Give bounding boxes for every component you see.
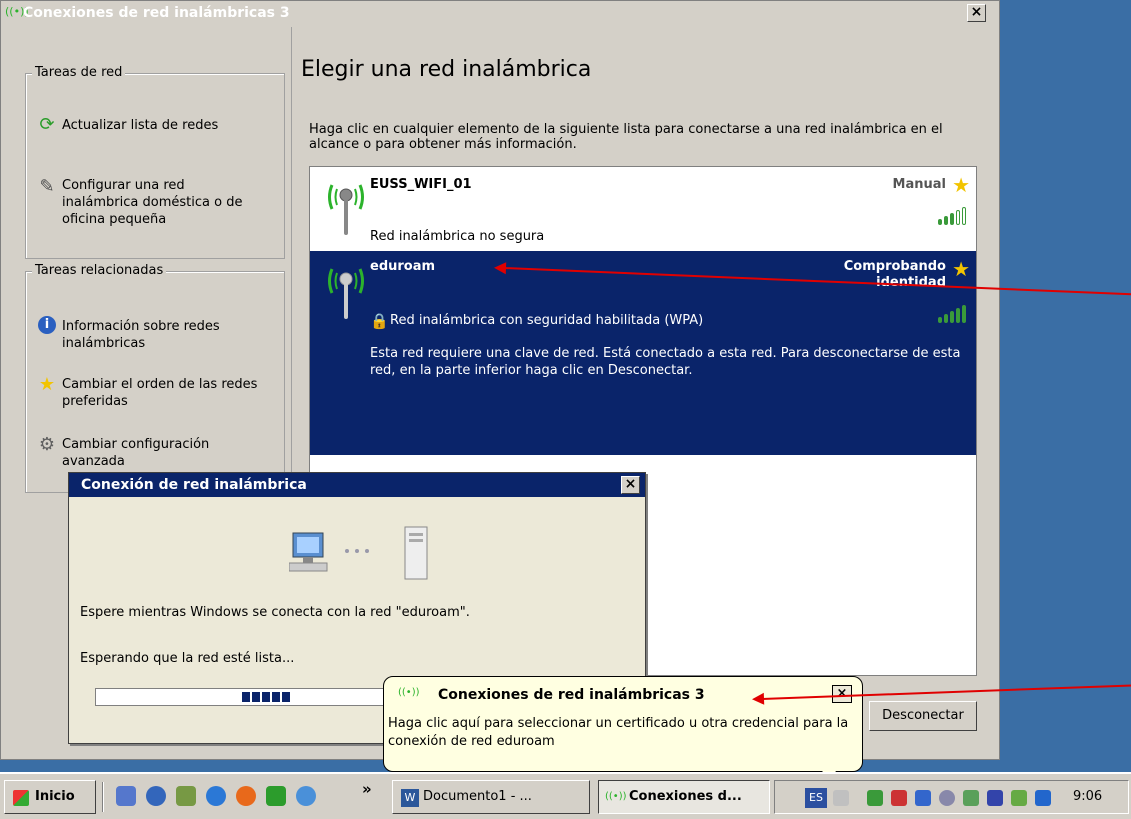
refresh-icon: ⟳: [39, 114, 55, 135]
tray-icon[interactable]: [891, 790, 907, 806]
info-icon: i: [38, 316, 56, 334]
tray-icon[interactable]: [939, 790, 955, 806]
lock-icon: 🔒: [370, 312, 389, 330]
taskbar-separator: [102, 782, 104, 812]
connecting-computers-icon: [289, 526, 428, 580]
taskbar-button-documento1[interactable]: W Documento1 - ...: [392, 780, 590, 814]
dialog-titlebar[interactable]: Conexión de red inalámbrica ×: [69, 473, 645, 497]
language-indicator[interactable]: ES: [805, 788, 827, 808]
network-description: Esta red requiere una clave de red. Está…: [370, 346, 961, 378]
network-item-eduroam[interactable]: eduroam Comprobando identidad ★ 🔒 Red in…: [310, 251, 976, 455]
page-description: Haga clic en cualquier elemento de la si…: [309, 122, 943, 152]
task-label: Configurar una red inalámbrica doméstica…: [62, 178, 243, 227]
notification-balloon[interactable]: ((•)) Conexiones de red inalámbricas 3 ×…: [383, 676, 863, 772]
network-security: Red inalámbrica no segura: [370, 229, 545, 244]
progress-blocks: [242, 692, 290, 702]
shield-icon[interactable]: [987, 790, 1003, 806]
ie-settings-icon[interactable]: [116, 786, 136, 806]
related-tasks-group: Tareas relacionadas i Información sobre …: [25, 263, 285, 493]
tray-icon[interactable]: [1035, 790, 1051, 806]
network-name: eduroam: [370, 259, 436, 274]
network-status: Manual: [892, 177, 946, 192]
taskbar-button-conexiones[interactable]: ((•)) Conexiones d...: [598, 780, 770, 814]
balloon-body: Haga clic aquí para seleccionar un certi…: [388, 716, 849, 749]
signal-strength-icon: [938, 305, 966, 323]
task-label: Cambiar configuración avanzada: [62, 437, 210, 469]
page-title: Elegir una red inalámbrica: [301, 57, 592, 82]
system-tray: ES 9:06: [774, 780, 1129, 814]
dialog-status: Esperando que la red esté lista...: [80, 651, 295, 666]
quick-launch-overflow[interactable]: »: [362, 780, 372, 798]
task-label: Información sobre redes inalámbricas: [62, 319, 220, 351]
tray-icon[interactable]: [867, 790, 883, 806]
star-icon: ★: [38, 374, 56, 395]
desktop-icon[interactable]: [176, 786, 196, 806]
star-icon: ★: [952, 173, 970, 197]
network-tasks-group: Tareas de red ⟳ Actualizar lista de rede…: [25, 65, 285, 259]
desktop-background: [1000, 0, 1131, 772]
tray-icon[interactable]: [1011, 790, 1027, 806]
app-icon[interactable]: [266, 786, 286, 806]
related-tasks-legend: Tareas relacionadas: [32, 263, 167, 278]
task-label: Cambiar el orden de las redes preferidas: [62, 377, 258, 409]
annotation-arrowhead: [493, 261, 507, 275]
word-icon: W: [401, 789, 419, 807]
dialog-close-button[interactable]: ×: [621, 476, 640, 494]
disconnect-button[interactable]: Desconectar: [869, 701, 977, 731]
star-icon: ★: [952, 257, 970, 281]
network-tasks-legend: Tareas de red: [32, 65, 126, 80]
outlook-icon[interactable]: [146, 786, 166, 806]
network-security: Red inalámbrica con seguridad habilitada…: [390, 313, 704, 328]
tools-icon: ⚙: [38, 434, 56, 455]
tray-icon[interactable]: [915, 790, 931, 806]
network-item-euss-wifi-01[interactable]: EUSS_WIFI_01 Manual ★ Red inalámbrica no…: [310, 167, 976, 251]
signal-strength-icon: [938, 207, 966, 225]
pane-divider: [291, 27, 292, 487]
internet-explorer-icon[interactable]: [206, 786, 226, 806]
dialog-title: Conexión de red inalámbrica: [81, 477, 307, 493]
progress-bar: [95, 688, 395, 706]
firefox-icon[interactable]: [236, 786, 256, 806]
window-titlebar[interactable]: ((•)) Conexiones de red inalámbricas 3 ×: [1, 1, 999, 25]
wireless-icon: ((•)): [605, 791, 627, 802]
start-button[interactable]: Inicio: [4, 780, 96, 814]
taskbar-button-label: Documento1 - ...: [423, 789, 532, 804]
annotation-arrowhead: [751, 692, 765, 706]
antenna-icon: [328, 184, 364, 235]
tray-icon[interactable]: [963, 790, 979, 806]
start-label: Inicio: [35, 789, 75, 804]
task-label: Actualizar lista de redes: [62, 118, 219, 133]
window-title: Conexiones de red inalámbricas 3: [23, 5, 290, 21]
wizard-icon: ✎: [39, 176, 55, 197]
taskbar-button-label: Conexiones d...: [629, 789, 742, 804]
wireless-icon: ((•)): [398, 687, 420, 698]
balloon-title: Conexiones de red inalámbricas 3: [438, 687, 705, 703]
network-tray-icon[interactable]: [833, 790, 849, 806]
taskbar: Inicio » W Documento1 - ... ((•)) Conexi…: [0, 772, 1131, 819]
clock: 9:06: [1073, 789, 1103, 804]
dialog-message: Espere mientras Windows se conecta con l…: [80, 605, 470, 620]
network-name: EUSS_WIFI_01: [370, 177, 472, 192]
close-button[interactable]: ×: [967, 4, 986, 22]
app-icon[interactable]: [296, 786, 316, 806]
windows-logo-icon: [13, 790, 29, 806]
antenna-icon: [328, 268, 364, 319]
